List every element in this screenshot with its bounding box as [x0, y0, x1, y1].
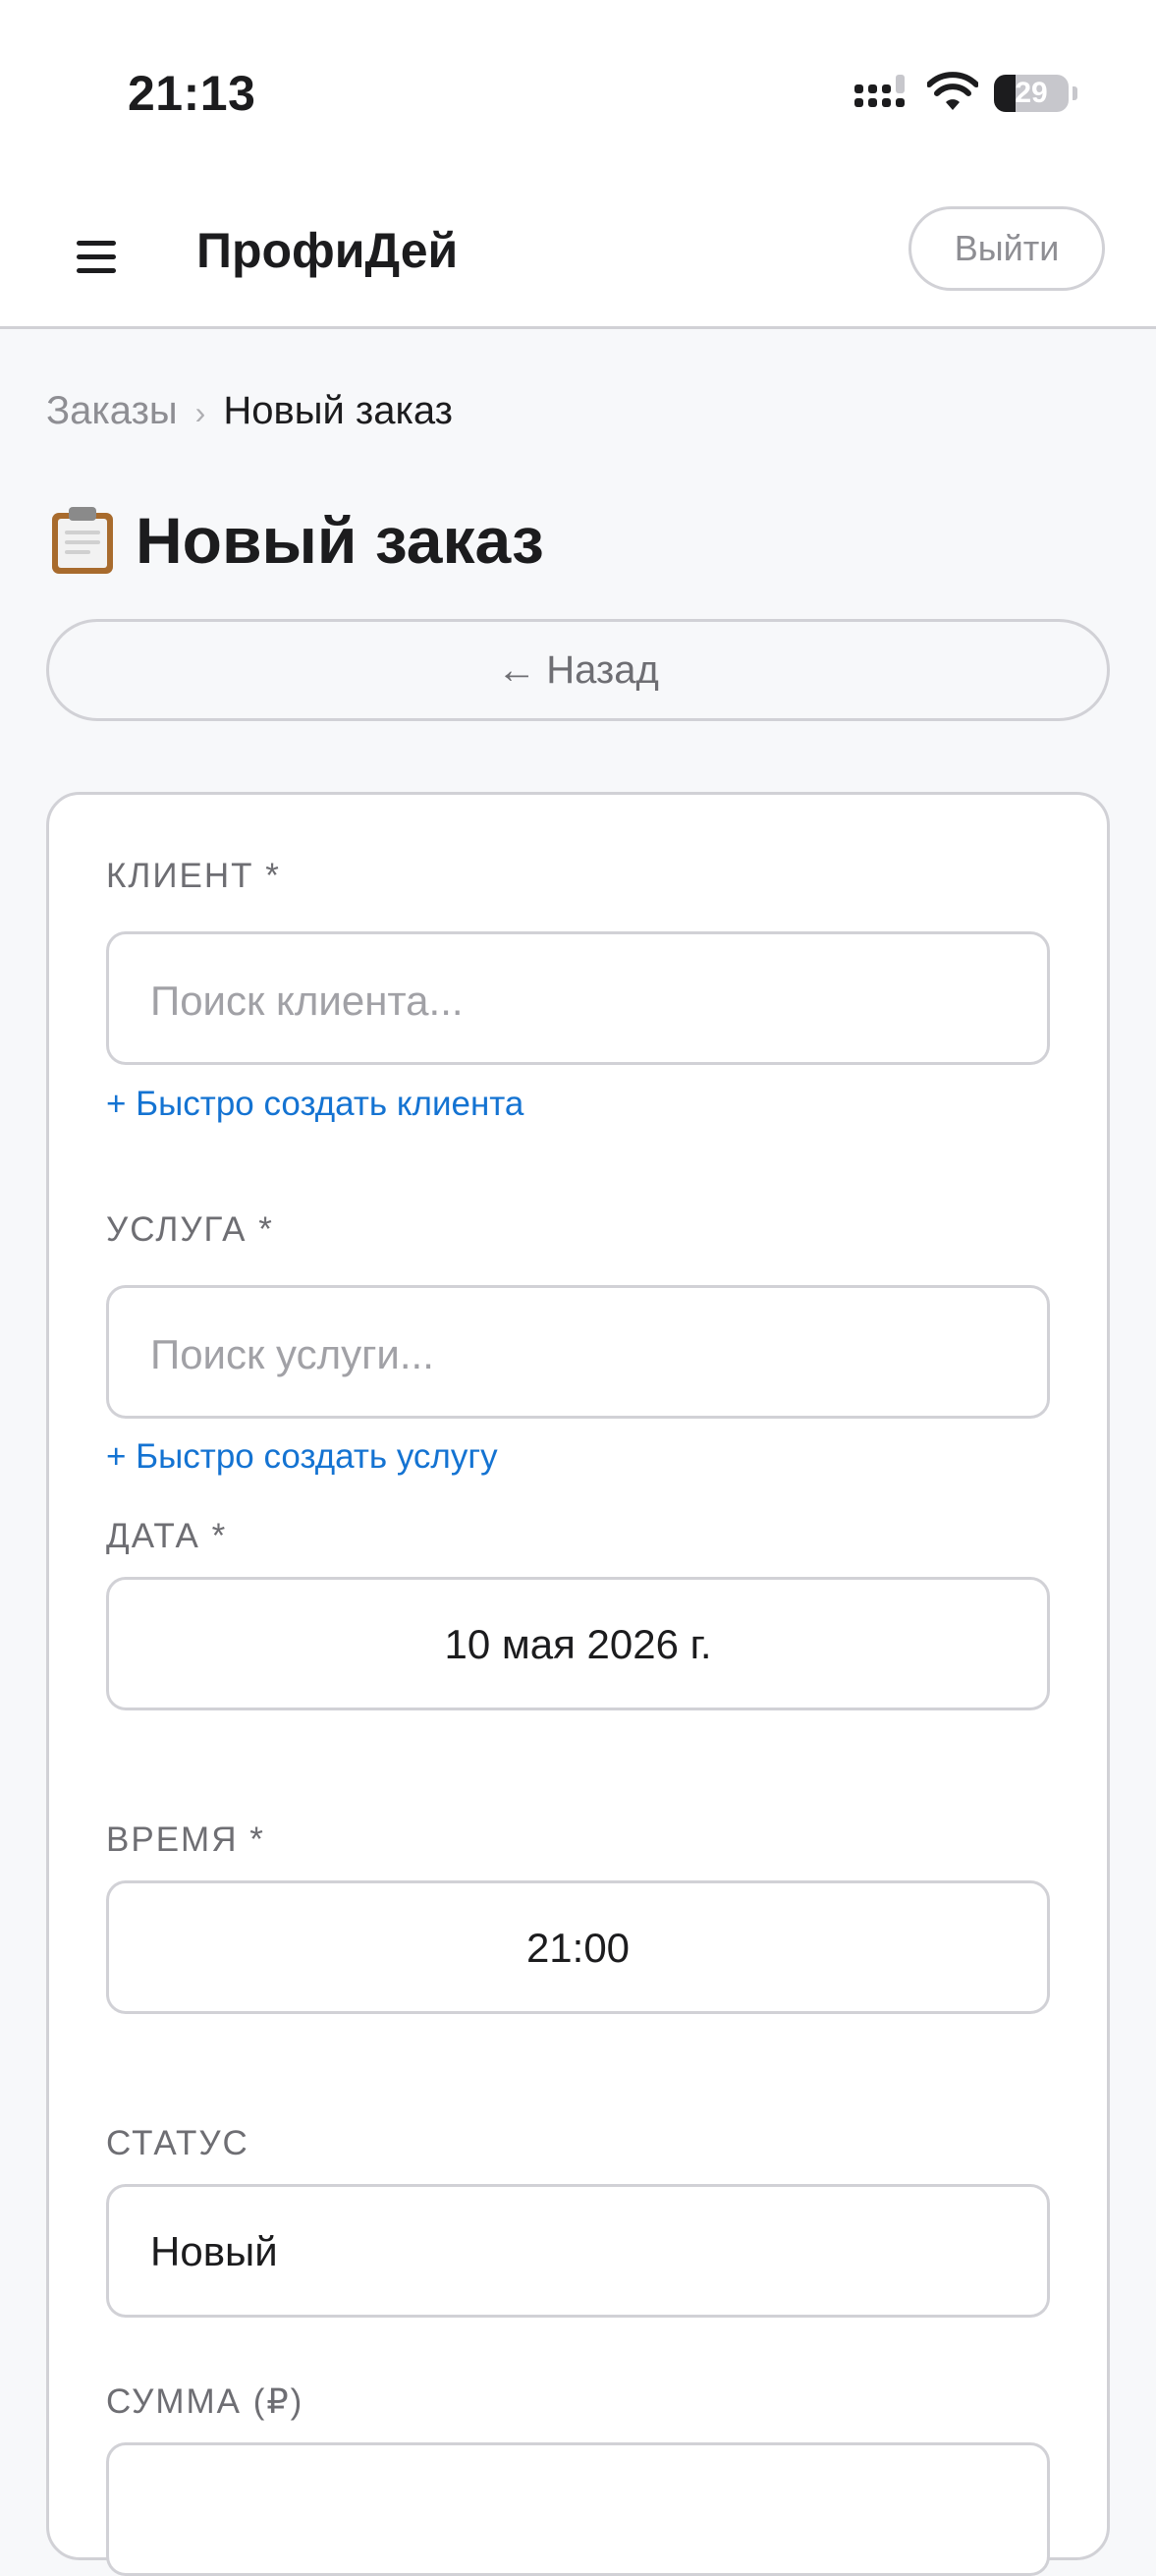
date-field[interactable]: 10 мая 2026 г.	[106, 1577, 1050, 1710]
status-value: Новый	[150, 2228, 278, 2274]
quick-create-service-link[interactable]: + Быстро создать услугу	[106, 1437, 498, 1477]
time-label: ВРЕМЯ *	[106, 1820, 265, 1859]
client-search-placeholder: Поиск клиента...	[150, 978, 464, 1024]
breadcrumb: Заказы › Новый заказ	[46, 389, 453, 433]
time-field[interactable]: 21:00	[106, 1880, 1050, 2014]
status-select[interactable]: Новый	[106, 2184, 1050, 2318]
app-name: ПрофиДей	[196, 223, 459, 278]
back-button[interactable]: ← Назад	[46, 619, 1110, 721]
logout-button[interactable]: Выйти	[908, 206, 1105, 291]
breadcrumb-separator: ›	[194, 395, 206, 430]
service-label: УСЛУГА *	[106, 1210, 274, 1249]
battery-percent: 29	[1015, 77, 1048, 109]
breadcrumb-item-current: Новый заказ	[223, 389, 454, 432]
service-search-placeholder: Поиск услуги...	[150, 1331, 434, 1377]
amount-label: СУММА (₽)	[106, 2382, 304, 2421]
clipboard-icon	[52, 507, 113, 574]
wifi-icon	[927, 72, 978, 110]
amount-input[interactable]	[106, 2442, 1050, 2576]
battery-cap	[1073, 86, 1077, 100]
page-title-text: Новый заказ	[136, 504, 544, 577]
page-title: Новый заказ	[49, 501, 544, 580]
back-button-label: Назад	[546, 648, 659, 692]
date-value: 10 мая 2026 г.	[444, 1621, 712, 1667]
status-label: СТАТУС	[106, 2124, 249, 2162]
cellular-signal-icon	[854, 75, 905, 107]
arrow-left-icon: ←	[497, 648, 537, 692]
date-label: ДАТА *	[106, 1517, 228, 1555]
app-header: ПрофиДей Выйти	[0, 187, 1156, 329]
hamburger-menu-icon[interactable]	[77, 241, 118, 274]
service-search-input[interactable]: Поиск услуги...	[106, 1285, 1050, 1419]
status-bar: 21:13 29	[0, 0, 1156, 187]
breadcrumb-item-orders[interactable]: Заказы	[46, 389, 178, 432]
status-time: 21:13	[128, 66, 256, 121]
client-search-input[interactable]: Поиск клиента...	[106, 931, 1050, 1065]
client-label: КЛИЕНТ *	[106, 857, 281, 895]
battery-icon: 29	[994, 75, 1069, 112]
time-value: 21:00	[525, 1925, 631, 1971]
quick-create-client-link[interactable]: + Быстро создать клиента	[106, 1085, 523, 1124]
